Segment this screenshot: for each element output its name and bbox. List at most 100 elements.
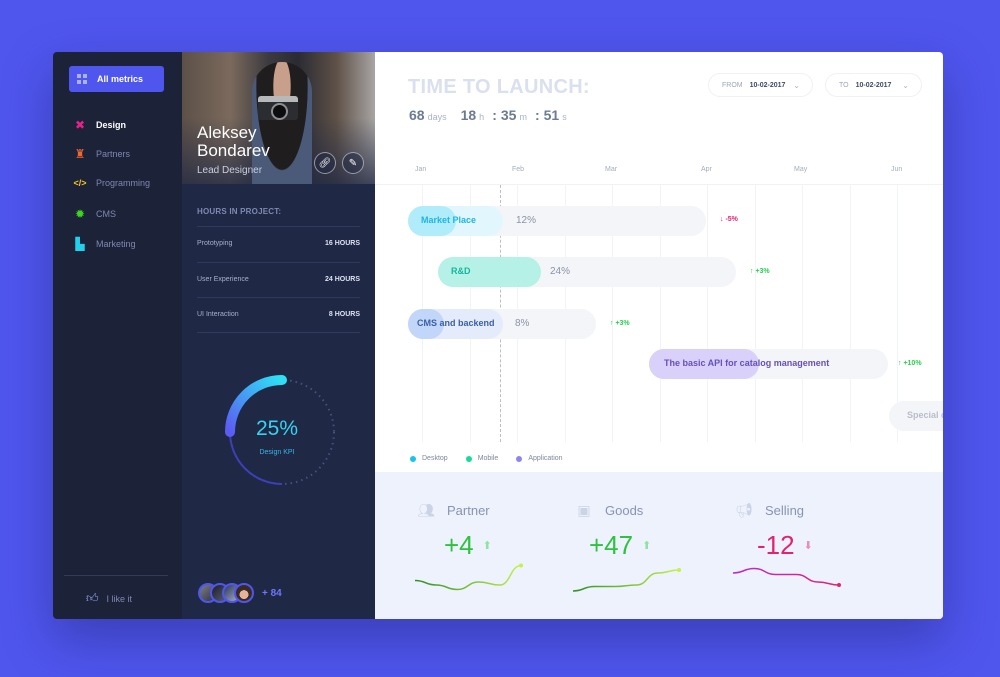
grid-line: [802, 185, 803, 442]
countdown-days: 68: [409, 107, 425, 123]
code-icon: </>: [73, 178, 87, 188]
task-delta: ↑ +3%: [610, 320, 630, 327]
delta-value: +3%: [615, 320, 630, 327]
followers-count[interactable]: + 84: [262, 588, 282, 599]
thumbs-up-icon: 👍︎: [86, 591, 99, 605]
edit-button[interactable]: ✎: [342, 152, 364, 174]
page-title: TIME TO LAUNCH:: [408, 76, 590, 98]
sparkline-end-dot: [677, 568, 681, 572]
delta-value: -5%: [725, 216, 738, 223]
separator: :: [492, 107, 497, 123]
stat-header: 👥︎ Partner: [417, 502, 490, 518]
profile-name: Aleksey Bondarev: [197, 124, 307, 160]
hours-value: 16 HOURS: [324, 240, 360, 247]
sparkline-path: [732, 567, 840, 586]
task-delta: ↑ +3%: [750, 268, 770, 275]
legend-item-mobile: Mobile: [465, 455, 499, 462]
divider: [64, 575, 168, 576]
countdown-minutes: 35: [500, 107, 517, 123]
sparkline-path: [572, 569, 680, 592]
legend-label: Mobile: [477, 455, 499, 462]
month-label: Jan: [415, 166, 427, 173]
to-date-select[interactable]: TO 10-02-2017 ⌄: [825, 73, 922, 97]
month-label: Apr: [701, 166, 712, 173]
like-button[interactable]: 👍︎ I like it: [86, 591, 132, 606]
days-unit: days: [427, 112, 447, 122]
task-bar-market-place[interactable]: Market Place 12%: [408, 206, 706, 236]
task-label: Market Place: [421, 215, 477, 225]
sidebar-item-label: Design: [96, 120, 127, 130]
stat-header: 📢︎ Selling: [735, 502, 804, 518]
from-label: FROM: [722, 81, 743, 89]
timeline-gantt: Jan Feb Mar Apr May Jun Market Place 12%…: [375, 152, 943, 472]
megaphone-icon: 📢︎: [735, 501, 753, 518]
task-bar-cms-backend[interactable]: CMS and backend 8%: [408, 309, 596, 339]
month-label: May: [794, 166, 808, 173]
pencil-icon: ✎: [348, 157, 358, 169]
legend-dot: [465, 455, 472, 462]
sparkline-path: [414, 564, 522, 591]
partners-icon: 👥︎: [417, 501, 435, 518]
presenter-chart-icon: ▙: [75, 237, 85, 251]
hours-unit: h: [479, 112, 485, 122]
task-bar-rnd[interactable]: R&D 24%: [438, 257, 736, 287]
task-percent: 8%: [515, 318, 530, 329]
gear-icon: ✹: [74, 207, 86, 221]
hours-row: Prototyping 16 HOURS: [197, 240, 360, 247]
sidebar-item-partners[interactable]: ♜ Partners: [73, 146, 130, 162]
stat-value: -12 ⬇: [757, 530, 813, 561]
stat-label: Goods: [605, 502, 644, 518]
divider: [197, 297, 360, 298]
grid-line: [707, 185, 708, 442]
divider: [197, 262, 360, 263]
delta-value: +10%: [903, 360, 922, 367]
task-bar-special-offers[interactable]: Special offers and: [889, 401, 943, 431]
arrow-up-icon: ⬆: [482, 540, 492, 552]
separator: :: [534, 107, 540, 123]
followers[interactable]: + 84: [198, 583, 282, 603]
hours-title: HOURS IN PROJECT:: [197, 207, 282, 216]
hours-label: Prototyping: [197, 240, 233, 247]
divider: [197, 332, 360, 333]
sidebar-item-label: CMS: [96, 209, 116, 219]
stat-label: Partner: [447, 502, 490, 518]
task-bar-basic-api[interactable]: The basic API for catalog management: [649, 349, 888, 379]
kpi-label: Design KPI: [259, 449, 295, 456]
chevron-down-icon: ⌄: [902, 80, 909, 90]
stats-panel: 👥︎ Partner +4 ⬆ ▣ Goods +47 ⬆ 📢︎ Selling…: [375, 472, 943, 619]
sparkline: [414, 563, 523, 591]
main-panel: TIME TO LAUNCH: 68 days 18 h : 35 m : 51 s F…: [375, 52, 943, 619]
delta-value: +3%: [755, 268, 770, 275]
chevron-down-icon: ⌄: [793, 80, 800, 90]
stat-number: +47: [589, 530, 634, 560]
sidebar-item-marketing[interactable]: ▙ Marketing: [73, 236, 136, 252]
from-date-select[interactable]: FROM 10-02-2017 ⌄: [708, 73, 813, 97]
stat-number: -12: [757, 530, 795, 560]
from-value: 10-02-2017: [749, 81, 786, 89]
sidebar: All metrics ✖ Design ♜ Partners </> Prog…: [53, 52, 182, 619]
stamp-icon: ♜: [74, 147, 86, 161]
link-button[interactable]: 🔗︎: [314, 152, 336, 174]
sparkline-end-dot: [519, 563, 523, 568]
dashboard-window: All metrics ✖ Design ♜ Partners </> Prog…: [53, 52, 943, 619]
seconds-unit: s: [562, 112, 567, 122]
stat-selling: 📢︎ Selling -12 ⬇: [693, 472, 853, 619]
like-label: I like it: [106, 593, 133, 604]
all-metrics-button[interactable]: All metrics: [69, 66, 164, 92]
sidebar-item-design[interactable]: ✖ Design: [73, 117, 126, 133]
stat-label: Selling: [765, 502, 805, 518]
hours-value: 8 HOURS: [328, 311, 360, 318]
stat-header: ▣ Goods: [575, 502, 643, 518]
to-label: TO: [839, 81, 849, 89]
task-delta: ↓ -5%: [720, 216, 738, 223]
avatar[interactable]: [234, 583, 254, 603]
sidebar-item-cms[interactable]: ✹ CMS: [73, 206, 116, 222]
profile-panel: Aleksey Bondarev Lead Designer 🔗︎ ✎ HOUR…: [182, 52, 375, 619]
sparkline: [572, 568, 681, 592]
stat-value: +47 ⬆: [589, 530, 651, 561]
minutes-unit: m: [519, 112, 527, 122]
sidebar-item-label: Marketing: [96, 239, 136, 249]
hours-label: UI Interaction: [197, 311, 239, 318]
grid-line: [849, 185, 851, 442]
sidebar-item-programming[interactable]: </> Programming: [73, 175, 150, 191]
